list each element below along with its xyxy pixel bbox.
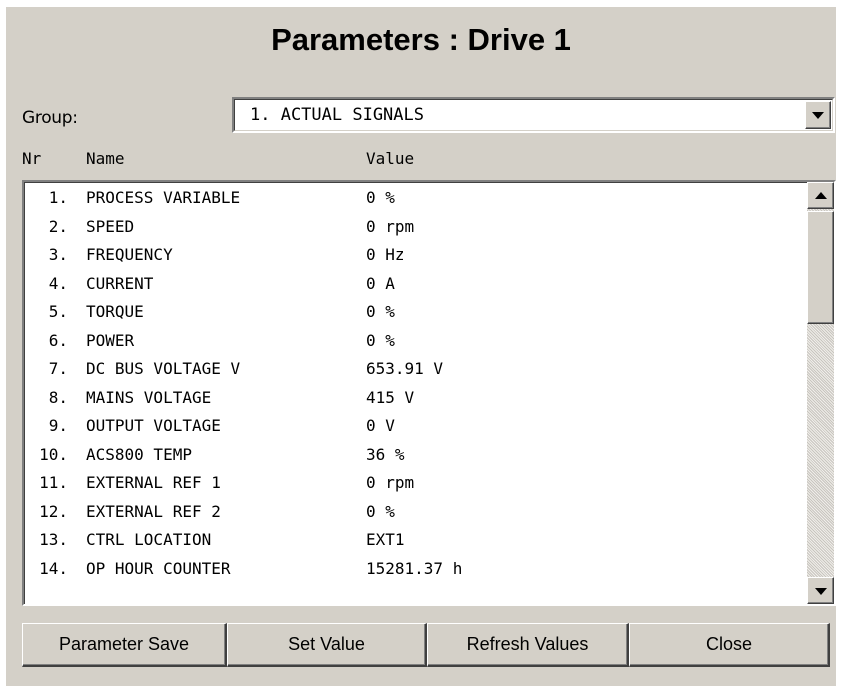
row-value: 0 % [366, 501, 395, 521]
row-nr: 7. [48, 359, 68, 378]
scroll-up-button[interactable] [807, 182, 834, 209]
list-item[interactable]: 12. EXTERNAL REF 2 0 % [24, 502, 794, 531]
list-item[interactable]: 9. OUTPUT VOLTAGE 0 V [24, 416, 794, 445]
row-name: FREQUENCY [86, 245, 173, 264]
list-item[interactable]: 11. EXTERNAL REF 1 0 rpm [24, 473, 794, 502]
row-value: EXT1 [366, 530, 405, 549]
arrow-down-icon [814, 587, 827, 595]
list-item[interactable]: 7. DC BUS VOLTAGE V 653.91 V [24, 359, 794, 388]
chevron-down-icon [812, 112, 824, 119]
row-name: MAINS VOLTAGE [86, 387, 212, 407]
row-name: OP HOUR COUNTER [86, 558, 231, 578]
scroll-down-button[interactable] [807, 577, 834, 604]
row-nr: 5. [48, 302, 68, 321]
row-nr: 9. [48, 416, 68, 435]
window-title: Parameters : Drive 1 [271, 22, 571, 57]
row-nr: 6. [48, 330, 68, 350]
row-nr: 3. [48, 245, 68, 264]
list-item[interactable]: 14. OP HOUR COUNTER 15281.37 h [24, 559, 794, 588]
row-nr: 4. [48, 273, 68, 293]
row-nr: 12. [39, 501, 68, 521]
column-header-nr: Nr [22, 149, 42, 168]
list-item[interactable]: 10. ACS800 TEMP 36 % [24, 445, 794, 474]
list-item[interactable]: 5. TORQUE 0 % [24, 302, 794, 331]
row-name: ACS800 TEMP [86, 444, 192, 464]
arrow-up-icon [814, 191, 827, 199]
row-nr: 8. [48, 387, 68, 407]
group-select[interactable]: 1. ACTUAL SIGNALS [232, 97, 835, 133]
group-dropdown-button[interactable] [805, 101, 831, 129]
row-nr: 2. [48, 216, 68, 236]
parameters-window: Parameters : Drive 1 Group: 1. ACTUAL SI… [6, 7, 836, 686]
row-name: EXTERNAL REF 2 [86, 501, 221, 521]
row-value: 0 Hz [366, 245, 405, 264]
row-value: 415 V [366, 387, 415, 407]
group-select-value: 1. ACTUAL SIGNALS [250, 105, 424, 125]
parameter-save-button[interactable]: Parameter Save [22, 623, 227, 667]
group-label: Group: [22, 108, 78, 128]
list-item[interactable]: 13. CTRL LOCATION EXT1 [24, 530, 794, 559]
row-name: TORQUE [86, 302, 144, 321]
list-item[interactable]: 3. FREQUENCY 0 Hz [24, 245, 794, 274]
list-item[interactable]: 6. POWER 0 % [24, 331, 794, 360]
list-item[interactable]: 2. SPEED 0 rpm [24, 217, 794, 246]
refresh-values-button[interactable]: Refresh Values [427, 623, 629, 667]
list-item[interactable]: 4. CURRENT 0 A [24, 274, 794, 303]
row-nr: 10. [39, 444, 68, 464]
row-value: 0 A [366, 273, 395, 293]
vertical-scrollbar[interactable] [807, 182, 834, 604]
row-value: 15281.37 h [366, 558, 463, 578]
row-nr: 11. [39, 473, 68, 492]
row-nr: 1. [48, 188, 68, 207]
row-nr: 14. [39, 558, 68, 578]
row-value: 653.91 V [366, 359, 444, 378]
row-value: 0 % [366, 330, 395, 350]
row-value: 0 rpm [366, 216, 415, 236]
row-value: 0 % [366, 302, 395, 321]
row-nr: 13. [39, 530, 68, 549]
row-name: EXTERNAL REF 1 [86, 473, 221, 492]
set-value-button[interactable]: Set Value [227, 623, 427, 667]
column-header-value: Value [366, 149, 415, 168]
row-name: POWER [86, 330, 135, 350]
scroll-thumb[interactable] [807, 211, 834, 324]
column-header-name: Name [86, 149, 125, 168]
row-value: 0 % [366, 188, 395, 207]
row-name: OUTPUT VOLTAGE [86, 416, 221, 435]
parameter-list[interactable]: 1. PROCESS VARIABLE 0 % 2. SPEED 0 rpm 3. FREQU… [22, 180, 836, 606]
list-item[interactable]: 1. PROCESS VARIABLE 0 % [24, 188, 794, 217]
close-button[interactable]: Close [629, 623, 830, 667]
row-name: SPEED [86, 216, 135, 236]
row-name: PROCESS VARIABLE [86, 188, 241, 207]
row-name: CURRENT [86, 273, 154, 293]
row-value: 0 V [366, 416, 395, 435]
parameter-rows: 1. PROCESS VARIABLE 0 % 2. SPEED 0 rpm 3. FREQU… [24, 188, 794, 587]
row-name: DC BUS VOLTAGE V [86, 359, 241, 378]
list-item[interactable]: 8. MAINS VOLTAGE 415 V [24, 388, 794, 417]
row-name: CTRL LOCATION [86, 530, 212, 549]
row-value: 0 rpm [366, 473, 415, 492]
row-value: 36 % [366, 444, 405, 464]
